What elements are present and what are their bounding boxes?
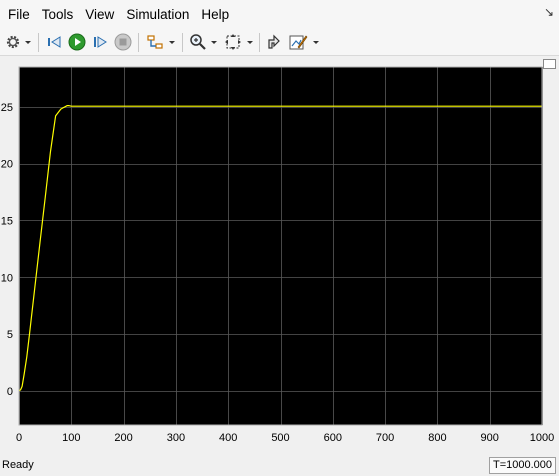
step-forward-icon [94,36,107,48]
style-button[interactable] [287,31,309,53]
zoom-icon [190,34,206,50]
x-tick-label: 200 [114,432,132,444]
x-tick-label: 700 [376,432,394,444]
x-tick-label: 100 [62,432,80,444]
autoscale-icon [225,34,241,50]
chevron-down-icon[interactable] [246,36,254,48]
run-icon [68,33,86,51]
toolbar [0,29,559,56]
status-text: Ready [2,459,34,471]
step-back-button[interactable] [45,31,65,53]
chevron-down-icon[interactable] [312,36,320,48]
toolbar-separator [38,33,39,52]
y-tick-label: 0 [7,386,13,398]
stop-icon [114,33,132,51]
restore-button[interactable] [264,31,284,53]
menu-simulation[interactable]: Simulation [120,4,195,26]
x-tick-label: 0 [16,432,22,444]
x-tick-label: 1000 [530,432,554,444]
signal-highlight-icon [147,35,163,49]
highlight-button[interactable] [145,31,165,53]
menu-help[interactable]: Help [195,4,235,26]
x-tick-label: 500 [271,432,289,444]
y-tick-label: 20 [1,159,13,171]
x-tick-label: 300 [167,432,185,444]
y-tick-label: 15 [1,215,13,227]
menu-bar: File Tools View Simulation Help ↘ [0,0,559,29]
scope-chart[interactable]: 0 100 200 300 400 500 600 700 800 900 1000 0 5 10 15 20… [0,57,559,455]
step-forward-button[interactable] [90,31,110,53]
toolbar-separator [182,33,183,52]
style-icon [289,35,308,50]
y-tick-label: 5 [7,329,13,341]
toolbar-pin-icon[interactable]: ↘ [544,6,554,18]
simulation-time: T=1000.000 [488,457,556,474]
step-back-icon [48,36,61,48]
chevron-down-icon[interactable] [210,36,218,48]
restore-layout-icon [268,34,280,49]
x-tick-label: 600 [324,432,342,444]
scope-plot-area: 0 100 200 300 400 500 600 700 800 900 1000 0 5 10 15 20… [0,57,559,455]
x-tick-label: 900 [481,432,499,444]
toolbar-separator [259,33,260,52]
menu-view[interactable]: View [79,4,120,26]
gear-icon [6,35,20,49]
menu-file[interactable]: File [2,4,36,26]
y-tick-label: 25 [1,102,13,114]
toolbar-separator [138,33,139,52]
status-bar: Ready T=1000.000 [0,455,559,476]
settings-button[interactable] [3,31,23,53]
zoom-button[interactable] [188,31,208,53]
x-tick-label: 400 [219,432,237,444]
chevron-down-icon[interactable] [24,36,32,48]
x-tick-label: 800 [428,432,446,444]
plot-background [18,66,543,426]
stop-button[interactable] [113,31,133,53]
y-tick-label: 10 [1,272,13,284]
run-button[interactable] [67,31,87,53]
chevron-down-icon[interactable] [168,36,176,48]
menu-tools[interactable]: Tools [36,4,80,26]
autoscale-button[interactable] [222,31,244,53]
